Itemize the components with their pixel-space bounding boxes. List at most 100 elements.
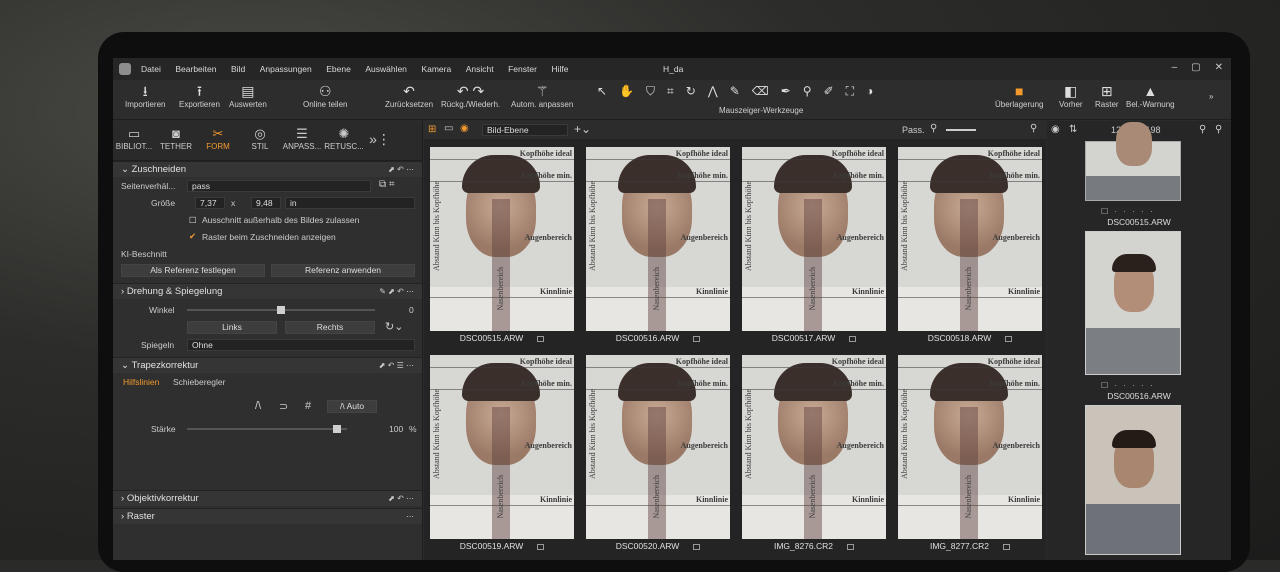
reset-button[interactable]: ↶ Zurücksetzen	[385, 82, 433, 109]
lens-section-header[interactable]: › Objektivkorrektur ⬈ ↶ ⋯	[113, 490, 422, 506]
thumbnail-3[interactable]: Kopfhöhe ideal Kopfhöhe min. Augenbereich K…	[742, 147, 886, 343]
compare-view-icon[interactable]: ◉	[460, 123, 469, 134]
grid-view-icon[interactable]: ⊞	[428, 124, 436, 135]
menu-ebene[interactable]: Ebene	[326, 64, 351, 74]
menu-hilfe[interactable]: Hilfe	[551, 64, 568, 74]
menu-fenster[interactable]: Fenster	[508, 64, 537, 74]
thumbnail-8[interactable]: Kopfhöhe ideal Kopfhöhe min. Augenbereich K…	[898, 355, 1042, 551]
more-tools-icon[interactable]: »	[1209, 92, 1213, 101]
brush-icon[interactable]: ✎	[730, 84, 740, 99]
sort-icon[interactable]: ⇅	[1069, 124, 1077, 135]
horizontal-keystone-icon[interactable]: ⊃	[279, 400, 288, 413]
thumbnail-1[interactable]: Kopfhöhe ideal Kopfhöhe min. Augenbereich K…	[430, 147, 574, 343]
pen-icon[interactable]: ✒	[781, 84, 791, 99]
angle-slider[interactable]	[187, 306, 375, 314]
color-icon[interactable]: ◑	[866, 84, 873, 99]
tab-sliders[interactable]: Schieberegler	[173, 377, 225, 387]
apply-reference-button[interactable]: Referenz anwenden	[271, 264, 415, 277]
gradient-icon[interactable]: ✐	[824, 84, 834, 99]
strength-slider[interactable]	[187, 425, 347, 433]
crop-section-header[interactable]: ⌄ Zuschneiden ⬈ ↶ ⋯	[113, 161, 422, 177]
tab-adjust[interactable]: ☰ ANPASS...	[281, 121, 323, 160]
tab-guides[interactable]: Hilfslinien	[123, 377, 159, 387]
rotate-left-button[interactable]: Links	[187, 321, 277, 334]
set-reference-button[interactable]: Als Referenz festlegen	[121, 264, 265, 277]
keystone-section-header[interactable]: ⌄ Trapezkorrektur ⬈ ↶ ☰ ⋯	[113, 357, 422, 373]
allow-outside-checkbox[interactable]: ☐	[189, 215, 197, 226]
section-actions-icon[interactable]: ⬈ ↶ ☰ ⋯	[379, 361, 414, 370]
close-icon[interactable]: ✕	[1215, 62, 1223, 73]
eye-icon[interactable]: ◉	[1051, 124, 1060, 135]
filter-icon[interactable]: ⚲	[1199, 124, 1206, 135]
section-actions-icon[interactable]: ⬈ ↶ ⋯	[388, 165, 414, 174]
section-actions-icon[interactable]: ⬈ ↶ ⋯	[388, 494, 414, 503]
add-layer-icon[interactable]: +⌄	[574, 122, 591, 136]
more-tabs-icon[interactable]: »⋮	[365, 121, 395, 160]
rotate-section-header[interactable]: › Drehung & Spiegelung ✎ ⬈ ↶ ⋯	[113, 283, 422, 299]
search-icon[interactable]: ⚲	[1215, 124, 1222, 135]
keystone-icon[interactable]: ⋀	[708, 84, 718, 99]
zoom-out-icon[interactable]: ⚲	[930, 123, 937, 134]
minimize-icon[interactable]: –	[1172, 62, 1178, 73]
share-button[interactable]: ⚇ Online teilen	[303, 82, 347, 109]
export-button[interactable]: ⭱ Exportieren	[179, 82, 220, 109]
menu-kamera[interactable]: Kamera	[421, 64, 451, 74]
before-button[interactable]: ◧ Vorher	[1059, 82, 1083, 109]
thumbnail-7[interactable]: Kopfhöhe ideal Kopfhöhe min. Augenbereich K…	[742, 355, 886, 551]
search-icon[interactable]: ⚲	[1030, 123, 1037, 134]
overlay-button[interactable]: ■ Überlagerung	[995, 82, 1043, 109]
tab-style[interactable]: ◎ STIL	[239, 121, 281, 160]
strength-slider-knob[interactable]	[333, 425, 341, 433]
rotate-icon[interactable]: ↻	[686, 84, 696, 99]
show-grid-checkbox[interactable]: ✔	[189, 231, 196, 242]
thumbnail-6[interactable]: Kopfhöhe ideal Kopfhöhe min. Augenbereich K…	[586, 355, 730, 551]
tab-form[interactable]: ✂ FORM	[197, 121, 239, 160]
fill-icon[interactable]: ⛶	[846, 84, 854, 99]
menu-auswaehlen[interactable]: Auswählen	[365, 64, 407, 74]
aspect-select[interactable]: pass	[187, 180, 371, 192]
menu-bild[interactable]: Bild	[231, 64, 245, 74]
menu-ansicht[interactable]: Ansicht	[466, 64, 494, 74]
tab-library[interactable]: ▭ BIBLIOT...	[113, 121, 155, 160]
thumbnail-4[interactable]: Kopfhöhe ideal Kopfhöhe min. Augenbereich K…	[898, 147, 1042, 343]
full-keystone-icon[interactable]: #	[305, 400, 311, 412]
zoom-slider[interactable]	[946, 129, 976, 131]
menu-bearbeiten[interactable]: Bearbeiten	[175, 64, 216, 74]
exposure-warning-button[interactable]: ▲ Bel.-Warnung	[1126, 82, 1175, 109]
rotate-menu-icon[interactable]: ↻⌄	[385, 320, 403, 333]
keystone-auto-button[interactable]: /\ Auto	[327, 400, 377, 413]
angle-slider-knob[interactable]	[277, 306, 285, 314]
hand-icon[interactable]: ✋	[619, 84, 634, 99]
thumbnail-5[interactable]: Kopfhöhe ideal Kopfhöhe min. Augenbereich K…	[430, 355, 574, 551]
undo-redo-button[interactable]: ↶ ↷ Rückg./Wiederh.	[441, 82, 500, 109]
evaluate-button[interactable]: ▤ Auswerten	[229, 82, 267, 109]
thumbnail-2[interactable]: Kopfhöhe ideal Kopfhöhe min. Augenbereich K…	[586, 147, 730, 343]
maximize-icon[interactable]: ▢	[1191, 62, 1200, 73]
picker-icon[interactable]: ⚲	[803, 84, 812, 99]
aspect-lock-icon[interactable]: ⧉ ⌗	[379, 179, 395, 190]
section-actions-icon[interactable]: ⋯	[406, 512, 414, 521]
tab-retouch[interactable]: ✺ RETUSC...	[323, 121, 365, 160]
import-button[interactable]: ⭳ Importieren	[125, 82, 165, 109]
mirror-select[interactable]: Ohne	[187, 339, 415, 351]
layer-select[interactable]: Bild-Ebene	[482, 124, 568, 136]
crop-icon[interactable]: ⌗	[667, 84, 674, 99]
pointer-icon[interactable]: ↖	[597, 84, 607, 99]
single-view-icon[interactable]: ▭	[444, 123, 453, 134]
height-input[interactable]: 9,48	[251, 197, 281, 209]
auto-adjust-button[interactable]: ⚚ Autom. anpassen	[511, 82, 573, 109]
unit-select[interactable]: in	[285, 197, 415, 209]
filmstrip-thumb-1[interactable]	[1085, 122, 1181, 201]
tab-tether[interactable]: ◙ TETHER	[155, 121, 197, 160]
rotate-right-button[interactable]: Rechts	[285, 321, 375, 334]
menu-datei[interactable]: Datei	[141, 64, 161, 74]
eraser-icon[interactable]: ⌫	[752, 84, 769, 99]
menu-anpassungen[interactable]: Anpassungen	[260, 64, 312, 74]
filmstrip-thumb-3[interactable]	[1085, 405, 1181, 555]
stamp-icon[interactable]: ⛉	[646, 84, 655, 99]
grid-button[interactable]: ⊞ Raster	[1095, 82, 1119, 109]
section-actions-icon[interactable]: ✎ ⬈ ↶ ⋯	[379, 287, 414, 296]
filmstrip-thumb-2[interactable]	[1085, 231, 1181, 375]
grid-section-header[interactable]: › Raster ⋯	[113, 508, 422, 524]
width-input[interactable]: 7,37	[195, 197, 225, 209]
